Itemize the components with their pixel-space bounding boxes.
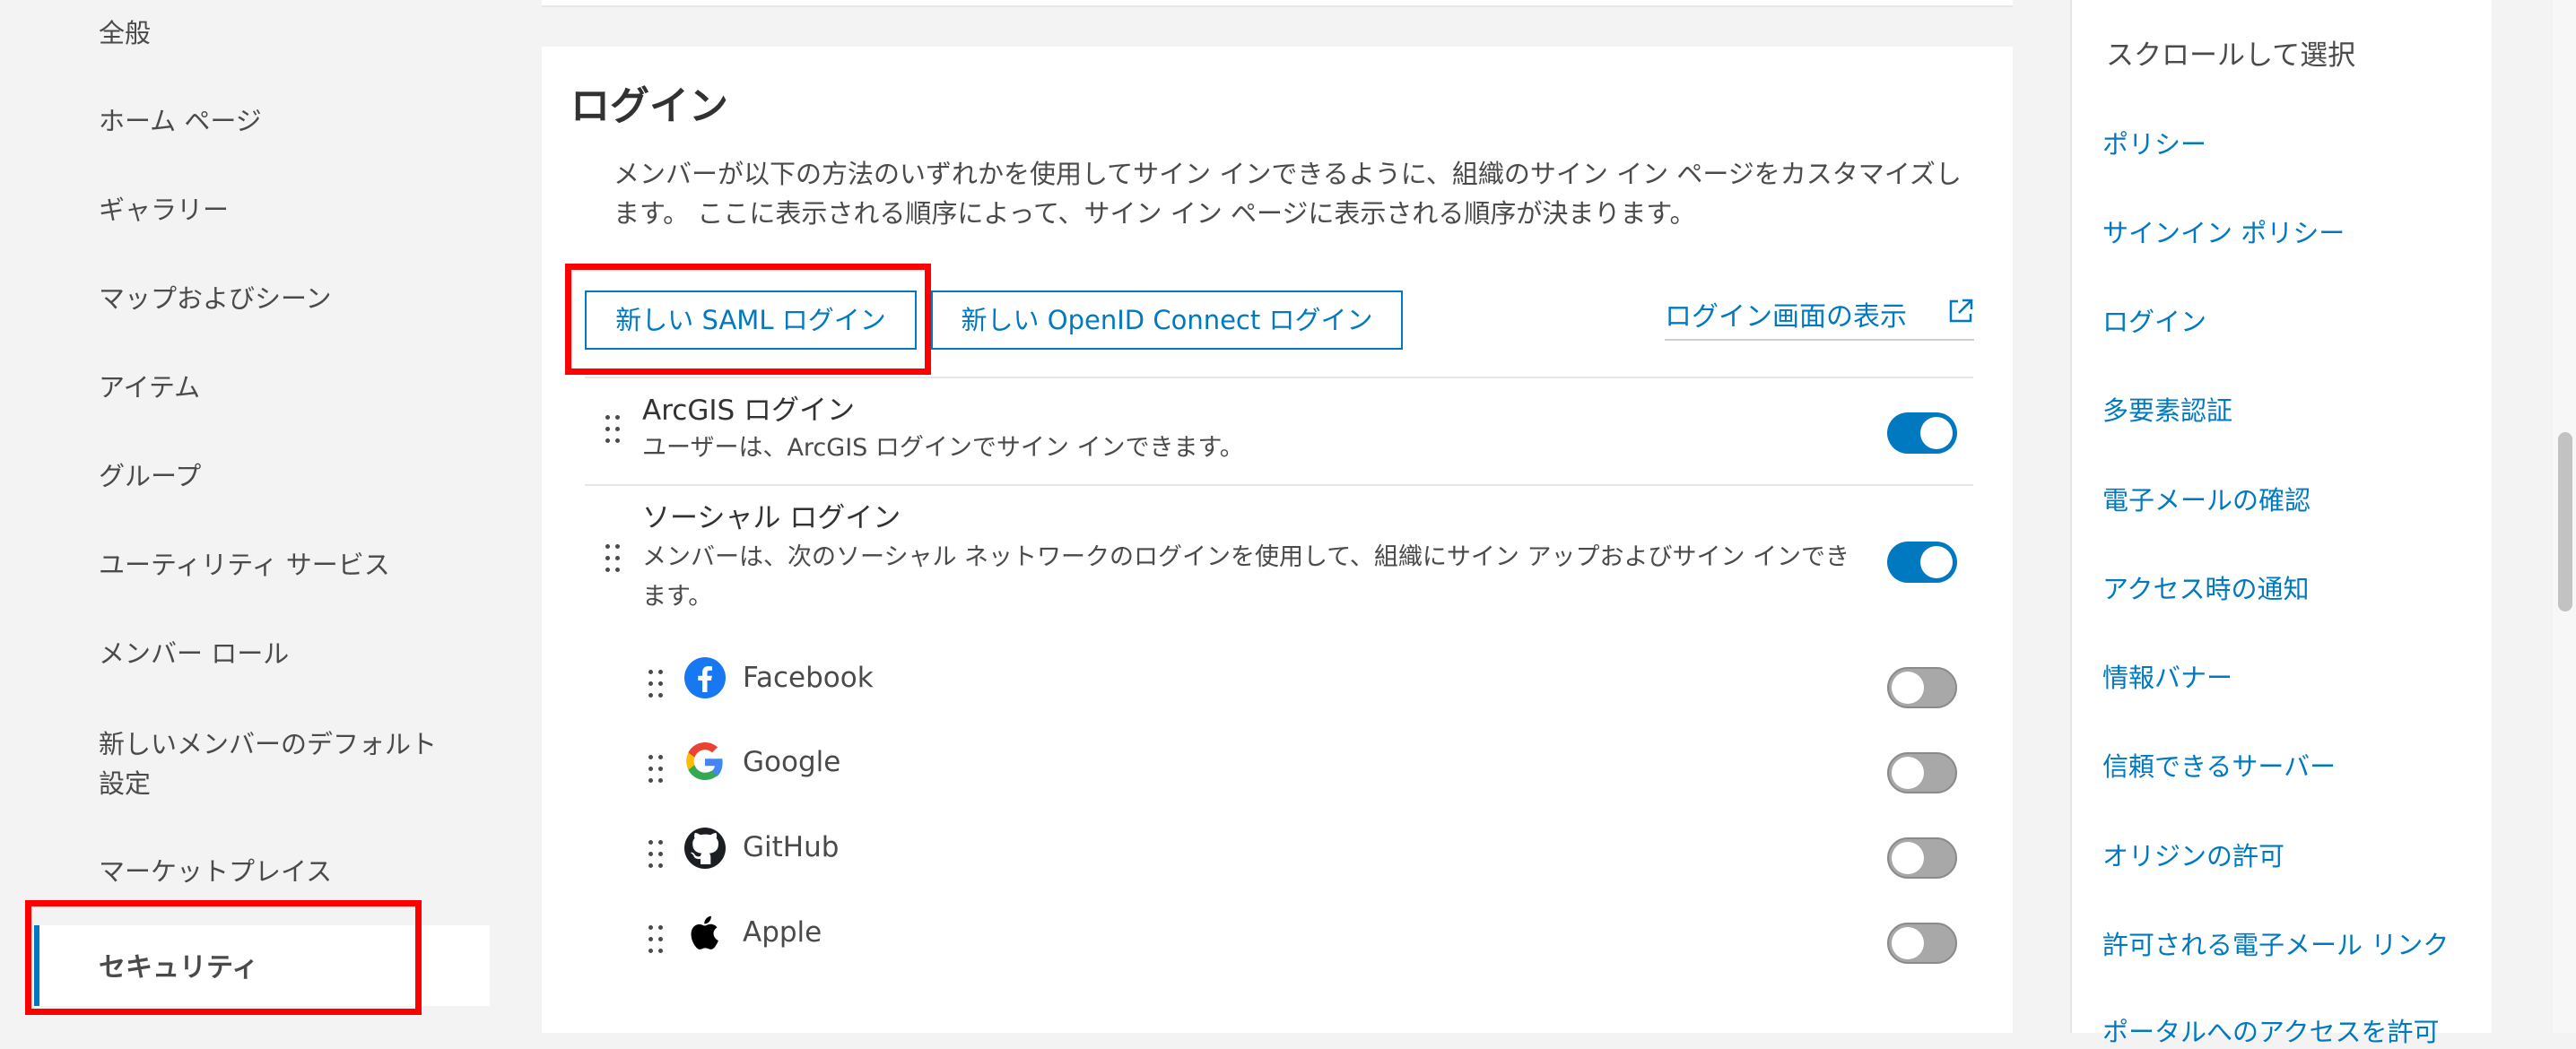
- github-label: GitHub: [743, 831, 840, 863]
- apple-icon: [691, 915, 718, 949]
- arcgis-login-title: ArcGIS ログイン: [642, 394, 856, 427]
- facebook-toggle[interactable]: [1887, 667, 1957, 708]
- nav-item-gallery[interactable]: ギャラリー: [99, 190, 229, 230]
- anchor-link-signin-policy[interactable]: サインイン ポリシー: [2102, 212, 2345, 250]
- arcgis-login-subtitle: ユーザーは、ArcGIS ログインでサイン インできます。: [642, 434, 1244, 462]
- social-login-toggle[interactable]: [1887, 542, 1957, 583]
- scroll-select-panel: スクロールして選択 ポリシー サインイン ポリシー ログイン 多要素認証 電子メ…: [2070, 0, 2492, 1047]
- anchor-link-allowed-origins[interactable]: オリジンの許可: [2102, 836, 2284, 873]
- row-divider: [585, 377, 1973, 378]
- arcgis-login-toggle[interactable]: [1887, 412, 1957, 454]
- nav-item-security[interactable]: セキュリティ: [34, 925, 490, 1006]
- left-navigation: 全般 ホーム ページ ギャラリー マップおよびシーン アイテム グループ ユーテ…: [0, 0, 502, 1033]
- drag-handle-icon[interactable]: [648, 754, 664, 785]
- anchor-link-trusted-servers[interactable]: 信頼できるサーバー: [2102, 746, 2336, 784]
- anchor-link-info-banner[interactable]: 情報バナー: [2102, 657, 2232, 695]
- view-login-screen-link[interactable]: ログイン画面の表示: [1665, 294, 1974, 341]
- nav-item-new-member-defaults-line1: 新しいメンバーのデフォルト: [99, 729, 438, 759]
- previous-section-bottom: [542, 0, 2013, 7]
- facebook-icon: [684, 657, 726, 698]
- scroll-select-title: スクロールして選択: [2106, 39, 2356, 72]
- section-title: ログイン: [570, 83, 728, 129]
- section-description: メンバーが以下の方法のいずれかを使用してサイン インできるように、組織のサイン …: [614, 159, 1962, 229]
- social-login-subtitle: メンバーは、次のソーシャル ネットワークのログインを使用して、組織にサイン アッ…: [642, 543, 1850, 611]
- social-login-title: ソーシャル ログイン: [642, 502, 901, 534]
- scrollbar-thumb[interactable]: [2558, 432, 2572, 611]
- google-label: Google: [743, 746, 841, 778]
- nav-item-groups[interactable]: グループ: [99, 456, 201, 496]
- anchor-link-access-notice[interactable]: アクセス時の通知: [2102, 568, 2310, 606]
- nav-item-marketplace[interactable]: マーケットプレイス: [99, 852, 332, 891]
- nav-item-items[interactable]: アイテム: [99, 368, 200, 407]
- apple-toggle[interactable]: [1887, 923, 1957, 964]
- anchor-link-email-verification[interactable]: 電子メールの確認: [2102, 480, 2311, 517]
- anchor-link-login[interactable]: ログイン: [2102, 301, 2206, 339]
- anchor-link-mfa[interactable]: 多要素認証: [2102, 390, 2232, 428]
- nav-item-utility-services[interactable]: ユーティリティ サービス: [99, 545, 390, 585]
- external-link-icon: [1949, 299, 1973, 323]
- drag-handle-icon[interactable]: [605, 543, 621, 574]
- google-toggle[interactable]: [1887, 752, 1957, 793]
- github-toggle[interactable]: [1887, 837, 1957, 879]
- new-openid-connect-login-button[interactable]: 新しい OpenID Connect ログイン: [931, 290, 1403, 350]
- new-saml-login-button[interactable]: 新しい SAML ログイン: [585, 290, 917, 350]
- anchor-link-policy[interactable]: ポリシー: [2102, 124, 2206, 161]
- drag-handle-icon[interactable]: [605, 414, 621, 445]
- anchor-link-portal-access[interactable]: ポータルへのアクセスを許可: [2102, 1011, 2440, 1049]
- nav-item-home-page[interactable]: ホーム ページ: [99, 101, 262, 141]
- anchor-link-allowed-email-links[interactable]: 許可される電子メール リンク: [2102, 924, 2449, 962]
- drag-handle-icon[interactable]: [648, 839, 664, 870]
- view-login-screen-label: ログイン画面の表示: [1665, 301, 1907, 333]
- nav-item-general[interactable]: 全般: [99, 13, 151, 53]
- nav-item-security-label: セキュリティ: [99, 952, 259, 984]
- login-section-card: ログイン メンバーが以下の方法のいずれかを使用してサイン インできるように、組織…: [542, 47, 2013, 1033]
- apple-label: Apple: [743, 916, 822, 949]
- github-icon: [684, 828, 726, 869]
- drag-handle-icon[interactable]: [648, 669, 664, 699]
- facebook-label: Facebook: [743, 662, 874, 694]
- nav-item-new-member-defaults-line2: 設定: [99, 768, 152, 799]
- drag-handle-icon[interactable]: [648, 924, 664, 955]
- nav-item-member-roles[interactable]: メンバー ロール: [99, 634, 289, 673]
- nav-item-maps-scenes[interactable]: マップおよびシーン: [99, 279, 332, 318]
- google-icon: [686, 742, 723, 780]
- row-divider: [585, 484, 1973, 486]
